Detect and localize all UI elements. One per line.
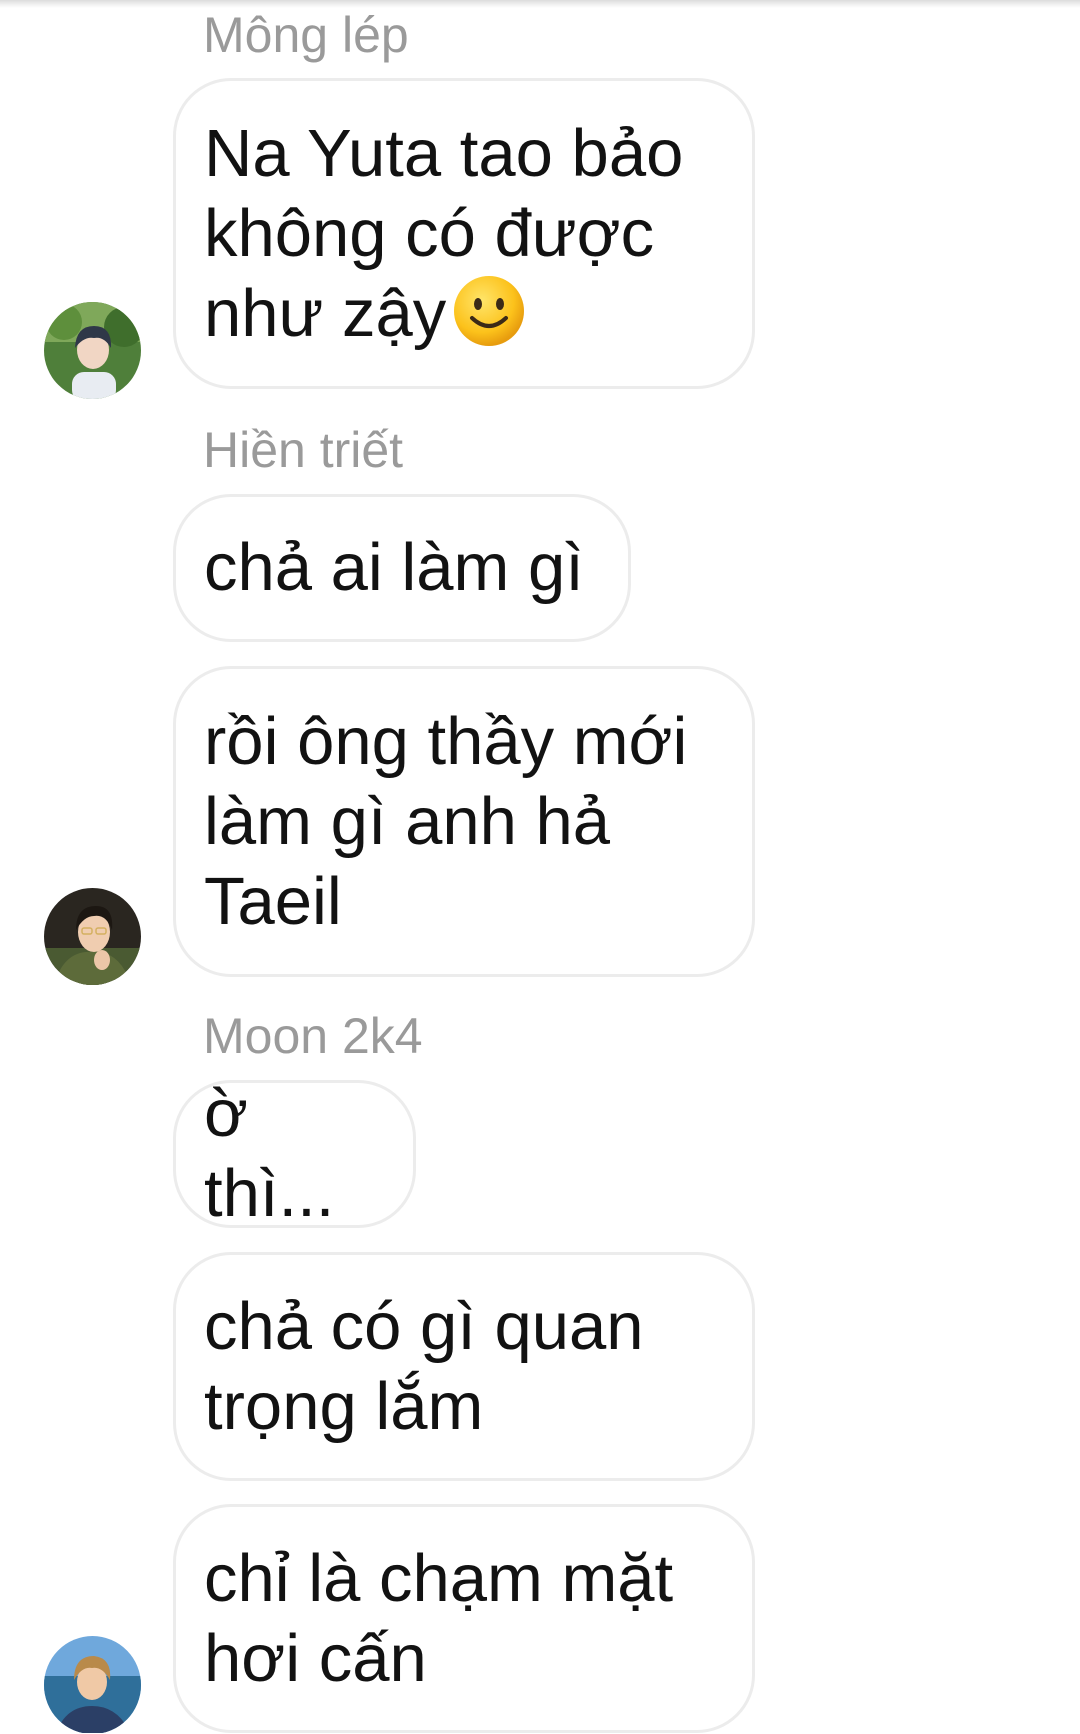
message-text: rồi ông thầy mới làm gì anh hả Taeil: [204, 703, 688, 939]
message-bubble[interactable]: chỉ là chạm mặt hơi cấn: [173, 1504, 755, 1733]
message-bubble[interactable]: chả ai làm gì: [173, 494, 631, 642]
sender-name: Moon 2k4: [203, 1008, 423, 1064]
user-avatar-icon[interactable]: [44, 1636, 141, 1734]
slightly-smiling-face-icon: [454, 275, 525, 346]
message-text: chả có gì quan trọng lắm: [204, 1288, 644, 1444]
message-text: ờ thì...: [204, 1076, 335, 1231]
message-text: chả ai làm gì: [204, 530, 584, 605]
top-divider: [0, 0, 1080, 8]
user-avatar-icon[interactable]: [44, 888, 141, 985]
sender-name: Mông lép: [203, 7, 409, 63]
message-text: Na Yuta tao bảo không có được như zậy: [204, 115, 684, 351]
message-text: chỉ là chạm mặt hơi cấn: [204, 1540, 674, 1696]
message-bubble[interactable]: ờ thì...: [173, 1076, 416, 1231]
message-bubble[interactable]: Na Yuta tao bảo không có được như zậy: [173, 78, 755, 389]
message-bubble[interactable]: rồi ông thầy mới làm gì anh hả Taeil: [173, 666, 755, 977]
user-avatar-icon[interactable]: [44, 302, 141, 399]
message-bubble[interactable]: chả có gì quan trọng lắm: [173, 1252, 755, 1481]
sender-name: Hiền triết: [203, 422, 404, 478]
